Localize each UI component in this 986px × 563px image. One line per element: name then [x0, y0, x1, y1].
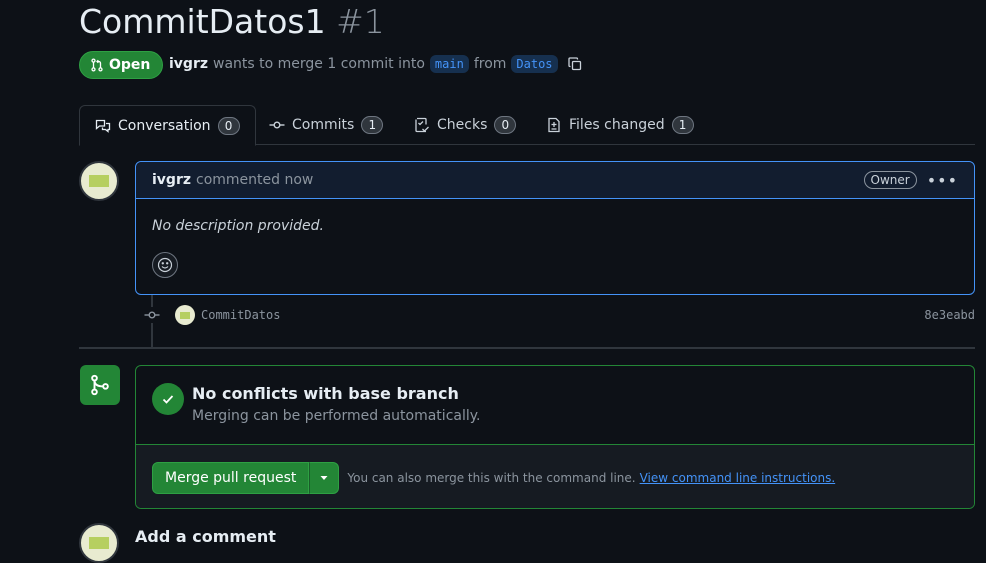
file-diff-icon — [548, 117, 560, 133]
avatar[interactable] — [79, 161, 119, 201]
tab-label: Conversation — [118, 117, 211, 134]
triangle-down-icon — [320, 475, 328, 480]
checklist-icon — [415, 117, 429, 133]
git-merge-icon — [91, 374, 109, 396]
tab-counter: 0 — [217, 116, 240, 135]
merge-actions: Merge pull request You can also merge th… — [136, 445, 974, 508]
commit-message[interactable]: CommitDatos — [201, 308, 280, 322]
comment-header: ivgrz commented now Owner ••• — [136, 162, 974, 199]
comment-box: ivgrz commented now Owner ••• No descrip… — [135, 161, 975, 295]
comment-timestamp[interactable]: commented now — [196, 172, 313, 188]
avatar-image — [89, 175, 109, 187]
tab-files-changed[interactable]: Files changed 1 — [546, 105, 694, 145]
smiley-icon — [157, 257, 173, 273]
comment-author[interactable]: ivgrz — [152, 172, 191, 188]
pr-state-label: Open — [109, 57, 151, 73]
tab-label: Files changed — [569, 117, 665, 133]
check-icon — [152, 383, 184, 415]
tab-label: Checks — [437, 117, 488, 133]
head-branch[interactable]: Datos — [511, 55, 558, 73]
commit-sha[interactable]: 8e3eabd — [924, 308, 975, 322]
pr-meta: ivgrz wants to merge 1 commit into main … — [169, 55, 583, 73]
git-commit-icon — [269, 121, 285, 129]
avatar[interactable] — [79, 523, 119, 563]
merge-status-subtitle: Merging can be performed automatically. — [192, 408, 481, 424]
tab-counter: 0 — [494, 116, 517, 134]
add-comment-title: Add a comment — [135, 527, 276, 546]
pr-state-badge: Open — [79, 51, 164, 79]
git-commit-icon — [144, 307, 160, 327]
git-pull-request-icon — [91, 58, 103, 72]
command-line-instructions-link[interactable]: View command line instructions. — [640, 471, 836, 485]
tab-counter: 1 — [361, 116, 384, 134]
comment-body: No description provided. — [152, 218, 324, 234]
merge-status-icon-box — [80, 365, 120, 405]
pr-title: CommitDatos1 #1 — [79, 2, 385, 42]
timeline-divider — [79, 347, 975, 349]
merge-hint: You can also merge this with the command… — [347, 470, 636, 485]
pr-author-link[interactable]: ivgrz — [169, 56, 208, 72]
pr-tabs: Conversation 0 Commits 1 Checks 0 Files … — [79, 105, 975, 146]
merge-status-title: No conflicts with base branch — [192, 384, 459, 403]
avatar-image — [89, 537, 109, 549]
pr-from-text: from — [473, 56, 507, 72]
copy-icon[interactable] — [567, 56, 583, 72]
tab-checks[interactable]: Checks 0 — [414, 105, 517, 145]
comment-discussion-icon — [95, 119, 111, 133]
owner-badge: Owner — [863, 171, 917, 189]
avatar-image — [180, 311, 190, 319]
add-reaction-button[interactable] — [152, 252, 178, 278]
base-branch[interactable]: main — [429, 55, 469, 73]
merge-pull-request-button[interactable]: Merge pull request — [152, 461, 310, 494]
tab-counter: 1 — [671, 116, 694, 134]
commit-avatar[interactable] — [175, 305, 195, 325]
pr-merge-text: wants to merge 1 commit into — [213, 56, 425, 72]
tab-commits[interactable]: Commits 1 — [269, 105, 384, 145]
tab-conversation[interactable]: Conversation 0 — [79, 105, 256, 146]
kebab-menu-icon[interactable]: ••• — [927, 171, 958, 190]
merge-status: No conflicts with base branch Merging ca… — [136, 366, 974, 445]
merge-box: No conflicts with base branch Merging ca… — [135, 365, 975, 509]
merge-options-dropdown[interactable] — [309, 461, 340, 494]
tab-label: Commits — [292, 117, 355, 133]
pr-title-text: CommitDatos1 — [79, 2, 326, 41]
commit-row: CommitDatos 8e3eabd — [175, 304, 975, 326]
pr-number: #1 — [336, 2, 385, 41]
